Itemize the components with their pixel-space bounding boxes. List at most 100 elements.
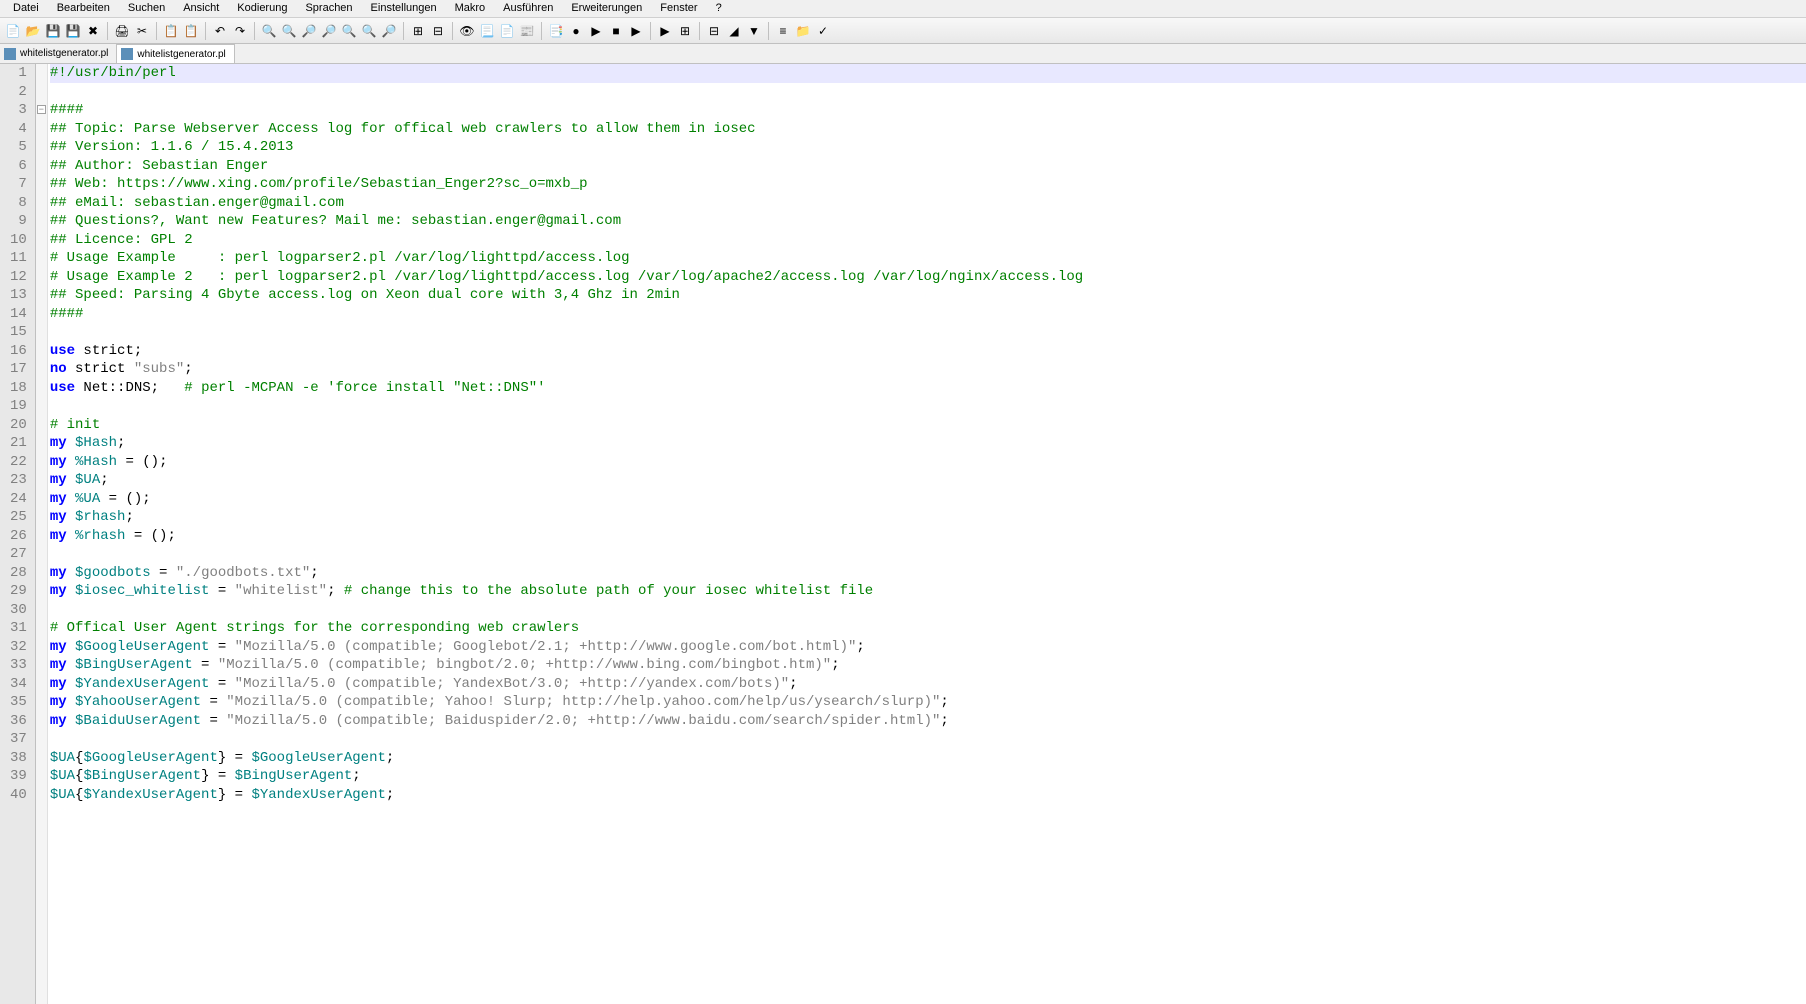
code-line[interactable]: $UA{$BingUserAgent} = $BingUserAgent; (50, 767, 1806, 786)
toolbar-btn-22[interactable]: 📄 (498, 22, 516, 40)
toolbar-btn-6[interactable]: ✂ (133, 22, 151, 40)
line-number: 1 (10, 64, 27, 83)
toolbar-btn-21[interactable]: 📃 (478, 22, 496, 40)
code-line[interactable]: my $YahooUserAgent = "Mozilla/5.0 (compa… (50, 693, 1806, 712)
toolbar-btn-19[interactable]: ⊟ (429, 22, 447, 40)
toolbar-btn-11[interactable]: 🔍 (260, 22, 278, 40)
toolbar-btn-26[interactable]: ▶ (587, 22, 605, 40)
code-line[interactable]: ## eMail: sebastian.enger@gmail.com (50, 194, 1806, 213)
code-line[interactable]: ## Topic: Parse Webserver Access log for… (50, 120, 1806, 139)
menu-ausführen[interactable]: Ausführen (494, 0, 562, 17)
menu-ansicht[interactable]: Ansicht (174, 0, 228, 17)
code-line[interactable]: #!/usr/bin/perl (50, 64, 1806, 83)
code-editor[interactable]: 1234567891011121314151617181920212223242… (0, 64, 1806, 1004)
menu-sprachen[interactable]: Sprachen (296, 0, 361, 17)
code-line[interactable]: my $BingUserAgent = "Mozilla/5.0 (compat… (50, 656, 1806, 675)
line-number: 33 (10, 656, 27, 675)
toolbar-btn-3[interactable]: 💾 (64, 22, 82, 40)
toolbar-btn-24[interactable]: 📑 (547, 22, 565, 40)
code-line[interactable]: my $GoogleUserAgent = "Mozilla/5.0 (comp… (50, 638, 1806, 657)
menu-erweiterungen[interactable]: Erweiterungen (562, 0, 651, 17)
toolbar-btn-0[interactable]: 📄 (4, 22, 22, 40)
toolbar-btn-16[interactable]: 🔍 (360, 22, 378, 40)
toolbar-btn-36[interactable]: ✓ (814, 22, 832, 40)
code-line[interactable]: my $YandexUserAgent = "Mozilla/5.0 (comp… (50, 675, 1806, 694)
toolbar-btn-10[interactable]: ↷ (231, 22, 249, 40)
toolbar-btn-35[interactable]: 📁 (794, 22, 812, 40)
toolbar-btn-33[interactable]: ▼ (745, 22, 763, 40)
code-area[interactable]: #!/usr/bin/perl ###### Topic: Parse Webs… (48, 64, 1806, 1004)
code-line[interactable]: #### (50, 101, 1806, 120)
token-ident: $YandexUserAgent (251, 787, 385, 803)
code-line[interactable]: my $Hash; (50, 434, 1806, 453)
toolbar-btn-23[interactable]: 📰 (518, 22, 536, 40)
code-line[interactable]: my %Hash = (); (50, 453, 1806, 472)
toolbar-btn-15[interactable]: 🔍 (340, 22, 358, 40)
code-line[interactable]: # Usage Example : perl logparser2.pl /va… (50, 249, 1806, 268)
code-line[interactable]: my $UA; (50, 471, 1806, 490)
code-line[interactable]: # init (50, 416, 1806, 435)
menu-makro[interactable]: Makro (446, 0, 495, 17)
toolbar-btn-7[interactable]: 📋 (162, 22, 180, 40)
toolbar-btn-14[interactable]: 🔎 (320, 22, 338, 40)
code-line[interactable]: my $iosec_whitelist = "whitelist"; # cha… (50, 582, 1806, 601)
toolbar-btn-18[interactable]: ⊞ (409, 22, 427, 40)
toolbar-btn-34[interactable]: ≡ (774, 22, 792, 40)
code-line[interactable]: $UA{$GoogleUserAgent} = $GoogleUserAgent… (50, 749, 1806, 768)
line-number: 14 (10, 305, 27, 324)
toolbar-btn-5[interactable]: 🖨 (113, 22, 131, 40)
code-line[interactable] (50, 83, 1806, 102)
code-line[interactable]: my $goodbots = "./goodbots.txt"; (50, 564, 1806, 583)
tab-1[interactable]: whitelistgenerator.pl (117, 44, 234, 63)
menu-fenster[interactable]: Fenster (651, 0, 706, 17)
code-line[interactable]: #### (50, 305, 1806, 324)
code-line[interactable]: ## Questions?, Want new Features? Mail m… (50, 212, 1806, 231)
toolbar-btn-25[interactable]: ● (567, 22, 585, 40)
toolbar-btn-4[interactable]: ✖ (84, 22, 102, 40)
toolbar-btn-32[interactable]: ◢ (725, 22, 743, 40)
code-line[interactable]: my %UA = (); (50, 490, 1806, 509)
toolbar-btn-13[interactable]: 🔎 (300, 22, 318, 40)
fold-column[interactable]: − (36, 64, 48, 1004)
menu-?[interactable]: ? (707, 0, 731, 17)
code-line[interactable] (50, 730, 1806, 749)
tab-0[interactable]: whitelistgenerator.pl (0, 44, 117, 63)
code-line[interactable]: use strict; (50, 342, 1806, 361)
toolbar-btn-1[interactable]: 📂 (24, 22, 42, 40)
code-line[interactable] (50, 323, 1806, 342)
menu-kodierung[interactable]: Kodierung (228, 0, 296, 17)
menu-bearbeiten[interactable]: Bearbeiten (48, 0, 119, 17)
code-line[interactable] (50, 545, 1806, 564)
toolbar-btn-28[interactable]: ▶ (627, 22, 645, 40)
toolbar-btn-9[interactable]: ↶ (211, 22, 229, 40)
toolbar-btn-2[interactable]: 💾 (44, 22, 62, 40)
menu-einstellungen[interactable]: Einstellungen (362, 0, 446, 17)
code-line[interactable]: ## Licence: GPL 2 (50, 231, 1806, 250)
code-line[interactable]: use Net::DNS; # perl -MCPAN -e 'force in… (50, 379, 1806, 398)
code-line[interactable]: my %rhash = (); (50, 527, 1806, 546)
code-line[interactable]: my $rhash; (50, 508, 1806, 527)
code-line[interactable]: no strict "subs"; (50, 360, 1806, 379)
code-line[interactable]: # Offical User Agent strings for the cor… (50, 619, 1806, 638)
toolbar-btn-12[interactable]: 🔍 (280, 22, 298, 40)
code-line[interactable] (50, 397, 1806, 416)
code-line[interactable]: ## Speed: Parsing 4 Gbyte access.log on … (50, 286, 1806, 305)
toolbar-btn-31[interactable]: ⊟ (705, 22, 723, 40)
toolbar-btn-29[interactable]: ▶ (656, 22, 674, 40)
code-line[interactable]: ## Author: Sebastian Enger (50, 157, 1806, 176)
code-line[interactable]: my $BaiduUserAgent = "Mozilla/5.0 (compa… (50, 712, 1806, 731)
code-line[interactable]: ## Version: 1.1.6 / 15.4.2013 (50, 138, 1806, 157)
menu-datei[interactable]: Datei (4, 0, 48, 17)
code-line[interactable]: ## Web: https://www.xing.com/profile/Seb… (50, 175, 1806, 194)
menu-suchen[interactable]: Suchen (119, 0, 174, 17)
toolbar-btn-8[interactable]: 📋 (182, 22, 200, 40)
code-line[interactable]: $UA{$YandexUserAgent} = $YandexUserAgent… (50, 786, 1806, 805)
toolbar-btn-27[interactable]: ■ (607, 22, 625, 40)
toolbar-btn-30[interactable]: ⊞ (676, 22, 694, 40)
token-punct: ; (352, 768, 360, 784)
toolbar-btn-17[interactable]: 🔎 (380, 22, 398, 40)
code-line[interactable] (50, 601, 1806, 620)
code-line[interactable]: # Usage Example 2 : perl logparser2.pl /… (50, 268, 1806, 287)
toolbar-btn-20[interactable]: 👁 (458, 22, 476, 40)
fold-toggle[interactable]: − (37, 105, 46, 114)
